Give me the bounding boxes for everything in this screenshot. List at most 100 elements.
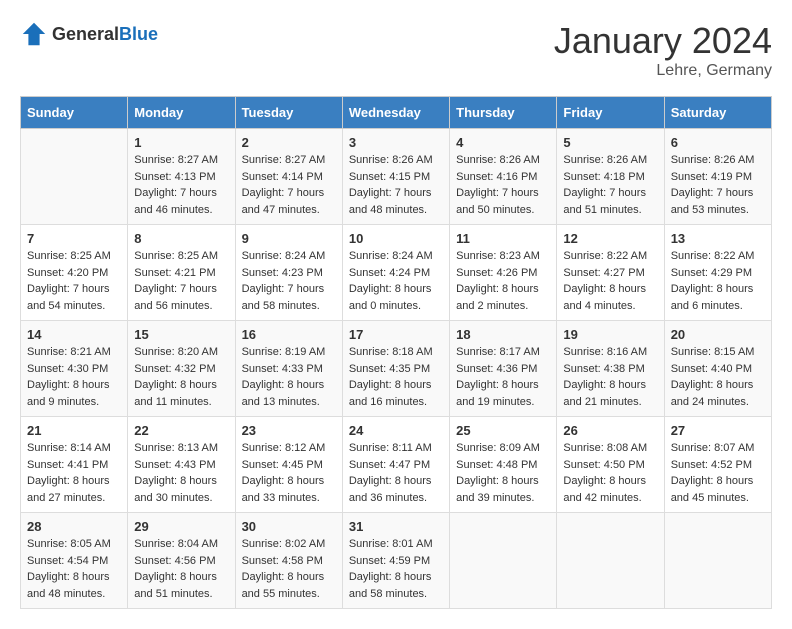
calendar-cell: 3 Sunrise: 8:26 AMSunset: 4:15 PMDaylight… (342, 129, 449, 225)
logo: GeneralBlue (20, 20, 158, 48)
day-number: 10 (349, 231, 443, 246)
day-info: Sunrise: 8:12 AMSunset: 4:45 PMDaylight:… (242, 440, 336, 506)
calendar-cell (21, 129, 128, 225)
day-number: 7 (27, 231, 121, 246)
calendar-cell: 9 Sunrise: 8:24 AMSunset: 4:23 PMDaylight… (235, 225, 342, 321)
day-number: 21 (27, 423, 121, 438)
day-number: 9 (242, 231, 336, 246)
day-info: Sunrise: 8:07 AMSunset: 4:52 PMDaylight:… (671, 440, 765, 506)
day-info: Sunrise: 8:26 AMSunset: 4:15 PMDaylight:… (349, 152, 443, 218)
calendar-cell: 15 Sunrise: 8:20 AMSunset: 4:32 PMDayligh… (128, 321, 235, 417)
day-number: 8 (134, 231, 228, 246)
day-number: 6 (671, 135, 765, 150)
calendar-cell: 23 Sunrise: 8:12 AMSunset: 4:45 PMDayligh… (235, 417, 342, 513)
day-number: 11 (456, 231, 550, 246)
day-info: Sunrise: 8:27 AMSunset: 4:13 PMDaylight:… (134, 152, 228, 218)
day-info: Sunrise: 8:09 AMSunset: 4:48 PMDaylight:… (456, 440, 550, 506)
title-area: January 2024 Lehre, Germany (554, 20, 772, 80)
day-info: Sunrise: 8:05 AMSunset: 4:54 PMDaylight:… (27, 536, 121, 602)
day-number: 20 (671, 327, 765, 342)
calendar-cell: 20 Sunrise: 8:15 AMSunset: 4:40 PMDayligh… (664, 321, 771, 417)
day-info: Sunrise: 8:22 AMSunset: 4:29 PMDaylight:… (671, 248, 765, 314)
day-info: Sunrise: 8:11 AMSunset: 4:47 PMDaylight:… (349, 440, 443, 506)
calendar-cell: 19Sunrise: 8:16 AMSunset: 4:38 PMDayligh… (557, 321, 664, 417)
calendar-cell: 6 Sunrise: 8:26 AMSunset: 4:19 PMDaylight… (664, 129, 771, 225)
day-number: 31 (349, 519, 443, 534)
location: Lehre, Germany (554, 62, 772, 80)
header-sunday: Sunday (21, 97, 128, 129)
day-number: 27 (671, 423, 765, 438)
calendar-cell: 1 Sunrise: 8:27 AMSunset: 4:13 PMDaylight… (128, 129, 235, 225)
day-number: 3 (349, 135, 443, 150)
day-number: 16 (242, 327, 336, 342)
calendar-cell: 17 Sunrise: 8:18 AMSunset: 4:35 PMDayligh… (342, 321, 449, 417)
day-info: Sunrise: 8:15 AMSunset: 4:40 PMDaylight:… (671, 344, 765, 410)
day-info: Sunrise: 8:19 AMSunset: 4:33 PMDaylight:… (242, 344, 336, 410)
day-info: Sunrise: 8:20 AMSunset: 4:32 PMDaylight:… (134, 344, 228, 410)
calendar-cell: 8Sunrise: 8:25 AMSunset: 4:21 PMDaylight… (128, 225, 235, 321)
logo-text-blue: Blue (119, 24, 158, 44)
day-number: 22 (134, 423, 228, 438)
header-tuesday: Tuesday (235, 97, 342, 129)
calendar-cell: 25Sunrise: 8:09 AMSunset: 4:48 PMDayligh… (450, 417, 557, 513)
calendar-cell (664, 513, 771, 609)
day-number: 23 (242, 423, 336, 438)
day-number: 5 (563, 135, 657, 150)
calendar-cell: 11 Sunrise: 8:23 AMSunset: 4:26 PMDayligh… (450, 225, 557, 321)
header-thursday: Thursday (450, 97, 557, 129)
page-header: GeneralBlue January 2024 Lehre, Germany (20, 20, 772, 80)
calendar-cell: 10 Sunrise: 8:24 AMSunset: 4:24 PMDayligh… (342, 225, 449, 321)
day-info: Sunrise: 8:23 AMSunset: 4:26 PMDaylight:… (456, 248, 550, 314)
day-number: 4 (456, 135, 550, 150)
day-info: Sunrise: 8:24 AMSunset: 4:23 PMDaylight:… (242, 248, 336, 314)
calendar-table: SundayMondayTuesdayWednesdayThursdayFrid… (20, 96, 772, 609)
calendar-cell: 28Sunrise: 8:05 AMSunset: 4:54 PMDayligh… (21, 513, 128, 609)
calendar-week-2: 14 Sunrise: 8:21 AMSunset: 4:30 PMDayligh… (21, 321, 772, 417)
month-title: January 2024 (554, 20, 772, 62)
day-info: Sunrise: 8:24 AMSunset: 4:24 PMDaylight:… (349, 248, 443, 314)
day-number: 17 (349, 327, 443, 342)
calendar-cell: 31 Sunrise: 8:01 AMSunset: 4:59 PMDayligh… (342, 513, 449, 609)
header-row: SundayMondayTuesdayWednesdayThursdayFrid… (21, 97, 772, 129)
day-info: Sunrise: 8:01 AMSunset: 4:59 PMDaylight:… (349, 536, 443, 602)
day-info: Sunrise: 8:02 AMSunset: 4:58 PMDaylight:… (242, 536, 336, 602)
day-info: Sunrise: 8:13 AMSunset: 4:43 PMDaylight:… (134, 440, 228, 506)
day-info: Sunrise: 8:17 AMSunset: 4:36 PMDaylight:… (456, 344, 550, 410)
calendar-cell: 24 Sunrise: 8:11 AMSunset: 4:47 PMDayligh… (342, 417, 449, 513)
day-number: 24 (349, 423, 443, 438)
day-number: 30 (242, 519, 336, 534)
day-info: Sunrise: 8:18 AMSunset: 4:35 PMDaylight:… (349, 344, 443, 410)
day-number: 15 (134, 327, 228, 342)
day-info: Sunrise: 8:14 AMSunset: 4:41 PMDaylight:… (27, 440, 121, 506)
day-info: Sunrise: 8:22 AMSunset: 4:27 PMDaylight:… (563, 248, 657, 314)
day-number: 29 (134, 519, 228, 534)
day-number: 13 (671, 231, 765, 246)
header-friday: Friday (557, 97, 664, 129)
calendar-cell: 18 Sunrise: 8:17 AMSunset: 4:36 PMDayligh… (450, 321, 557, 417)
calendar-cell (450, 513, 557, 609)
calendar-cell: 13 Sunrise: 8:22 AMSunset: 4:29 PMDayligh… (664, 225, 771, 321)
day-info: Sunrise: 8:26 AMSunset: 4:19 PMDaylight:… (671, 152, 765, 218)
day-info: Sunrise: 8:26 AMSunset: 4:16 PMDaylight:… (456, 152, 550, 218)
day-number: 26 (563, 423, 657, 438)
day-info: Sunrise: 8:27 AMSunset: 4:14 PMDaylight:… (242, 152, 336, 218)
calendar-cell: 16 Sunrise: 8:19 AMSunset: 4:33 PMDayligh… (235, 321, 342, 417)
calendar-cell: 7Sunrise: 8:25 AMSunset: 4:20 PMDaylight… (21, 225, 128, 321)
day-info: Sunrise: 8:04 AMSunset: 4:56 PMDaylight:… (134, 536, 228, 602)
day-number: 18 (456, 327, 550, 342)
calendar-week-3: 21 Sunrise: 8:14 AMSunset: 4:41 PMDayligh… (21, 417, 772, 513)
day-number: 1 (134, 135, 228, 150)
calendar-cell: 14 Sunrise: 8:21 AMSunset: 4:30 PMDayligh… (21, 321, 128, 417)
logo-text-general: General (52, 24, 119, 44)
day-number: 14 (27, 327, 121, 342)
calendar-cell: 27 Sunrise: 8:07 AMSunset: 4:52 PMDayligh… (664, 417, 771, 513)
calendar-cell: 22 Sunrise: 8:13 AMSunset: 4:43 PMDayligh… (128, 417, 235, 513)
calendar-cell: 4 Sunrise: 8:26 AMSunset: 4:16 PMDaylight… (450, 129, 557, 225)
day-info: Sunrise: 8:21 AMSunset: 4:30 PMDaylight:… (27, 344, 121, 410)
header-wednesday: Wednesday (342, 97, 449, 129)
day-number: 2 (242, 135, 336, 150)
day-number: 19 (563, 327, 657, 342)
header-monday: Monday (128, 97, 235, 129)
day-info: Sunrise: 8:08 AMSunset: 4:50 PMDaylight:… (563, 440, 657, 506)
calendar-cell: 29 Sunrise: 8:04 AMSunset: 4:56 PMDayligh… (128, 513, 235, 609)
